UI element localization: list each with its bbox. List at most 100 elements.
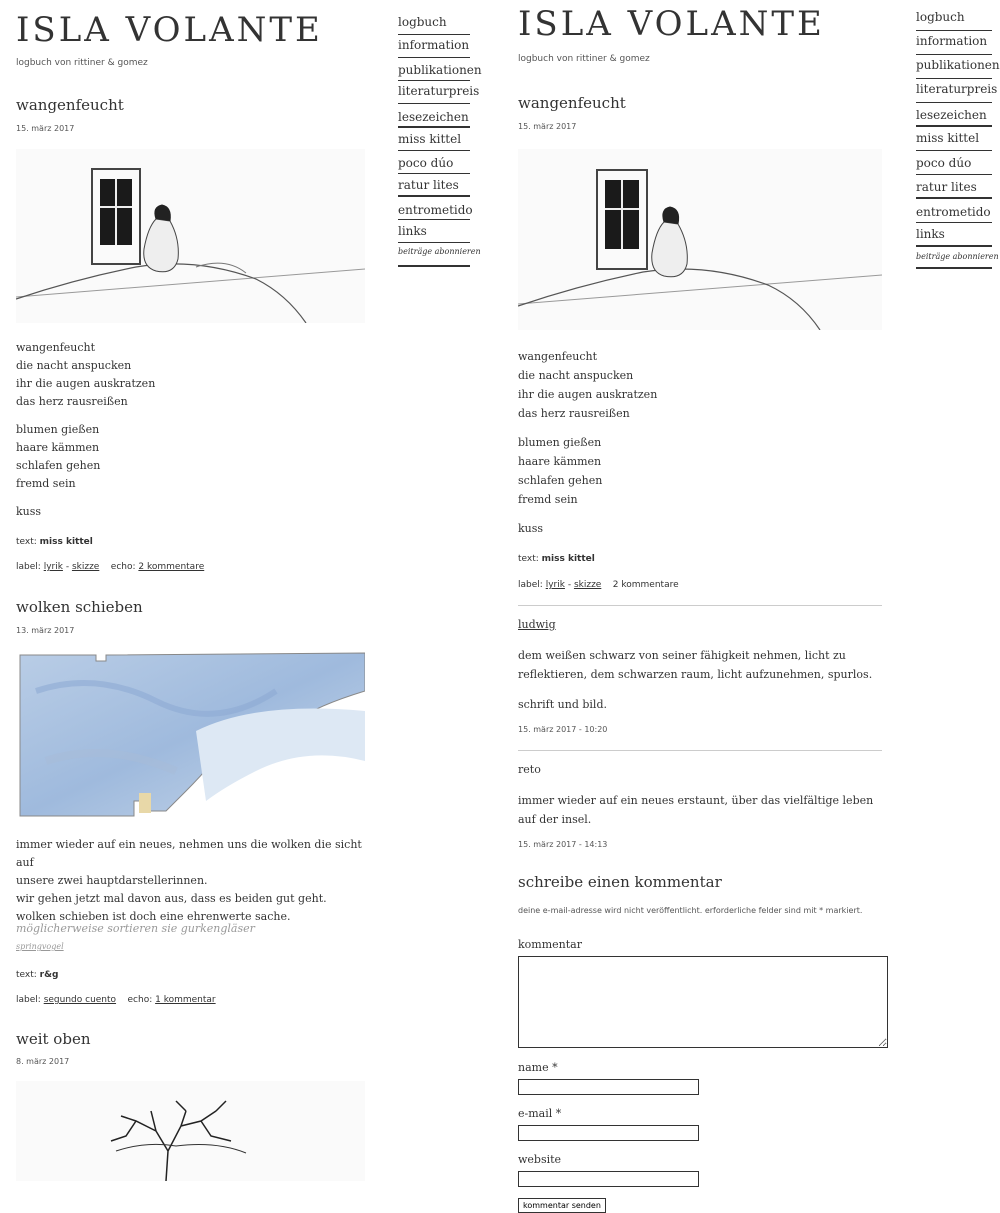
label-prefix: label: — [16, 562, 41, 572]
nav-item-poco-duo[interactable]: poco dúo — [916, 151, 992, 175]
post-date: 15. märz 2017 — [518, 122, 577, 131]
post-title-wangenfeucht: wangenfeucht — [518, 94, 626, 112]
body-line: wir gehen jetzt mal davon aus, dass es b… — [16, 892, 327, 905]
comment-text: dem weißen schwarz von seiner fähigkeit … — [518, 649, 873, 681]
comments-link[interactable]: 2 kommentare — [138, 562, 204, 572]
email-label: e-mail * — [518, 1107, 562, 1120]
text-author: r&g — [39, 970, 59, 980]
poem-line: haare kämmen — [518, 455, 602, 468]
nav-item-information[interactable]: information — [916, 31, 992, 55]
post-image-watercolor-clouds — [16, 651, 365, 821]
nav-item-ratur-lites[interactable]: ratur lites — [916, 175, 992, 199]
poem-line: haare kämmen — [16, 441, 100, 454]
poem-line: die nacht anspucken — [518, 369, 634, 382]
nav-item-literaturpreis[interactable]: literaturpreis — [398, 81, 479, 104]
comments-count: 2 kommentare — [612, 580, 679, 590]
name-input[interactable] — [518, 1079, 699, 1095]
label-link-skizze[interactable]: skizze — [574, 580, 601, 590]
site-title[interactable]: ISLA VOLANTE — [518, 4, 825, 44]
poem-line: das herz rausreißen — [16, 395, 128, 408]
post-image-window-sketch — [16, 149, 365, 323]
comment-form-note: deine e-mail-adresse wird nicht veröffen… — [518, 906, 863, 915]
comment-text: immer wieder auf ein neues erstaunt, übe… — [518, 794, 874, 826]
post-author: text: r&g — [16, 970, 58, 980]
nav-item-lesezeichen[interactable]: lesezeichen — [398, 104, 470, 128]
post-body: immer wieder auf ein neues, nehmen uns d… — [16, 836, 371, 926]
label-link-lyrik[interactable]: lyrik — [44, 562, 63, 572]
label-sep: - — [65, 562, 70, 572]
comment-divider — [518, 605, 882, 606]
post-body: wangenfeucht die nacht anspucken ihr die… — [16, 339, 366, 531]
post-author: text: miss kittel — [518, 554, 595, 564]
label-link-lyrik[interactable]: lyrik — [546, 580, 565, 590]
nav-item-information[interactable]: information — [398, 35, 470, 58]
poem-line: das herz rausreißen — [518, 407, 630, 420]
quote-source-link[interactable]: springvogel — [16, 942, 64, 951]
label-sep: - — [567, 580, 572, 590]
email-input[interactable] — [518, 1125, 699, 1141]
post-labels: label: lyrik - skizze echo: 2 kommentare — [16, 562, 204, 572]
label-link-segundo-cuento[interactable]: segundo cuento — [44, 995, 116, 1005]
nav-item-poco-duo[interactable]: poco dúo — [398, 151, 470, 174]
nav-item-literaturpreis[interactable]: literaturpreis — [916, 79, 997, 103]
post-author: text: miss kittel — [16, 537, 93, 547]
nav-item-subscribe[interactable]: beiträge abonnieren — [916, 247, 999, 263]
nav-item-publikationen[interactable]: publikationen — [916, 55, 1000, 79]
text-label: text: — [16, 537, 37, 547]
poem-line: schlafen gehen — [518, 474, 603, 487]
post-labels: label: lyrik - skizze 2 kommentare — [518, 580, 679, 590]
comment-date: 15. märz 2017 - 10:20 — [518, 725, 608, 734]
nav-item-subscribe[interactable]: beiträge abonnieren — [398, 243, 481, 259]
label-link-skizze[interactable]: skizze — [72, 562, 99, 572]
site-title[interactable]: ISLA VOLANTE — [16, 10, 323, 50]
text-label: text: — [518, 554, 539, 564]
label-prefix: label: — [16, 995, 41, 1005]
poem-line: kuss — [518, 522, 544, 535]
comment-label: kommentar — [518, 938, 582, 951]
website-input[interactable] — [518, 1171, 699, 1187]
nav-item-lesezeichen[interactable]: lesezeichen — [916, 103, 992, 127]
post-labels: label: segundo cuento echo: 1 kommentar — [16, 995, 216, 1005]
comments-link[interactable]: 1 kommentar — [155, 995, 216, 1005]
nav-item-miss-kittel[interactable]: miss kittel — [398, 128, 470, 151]
comment-textarea[interactable] — [518, 956, 888, 1048]
nav-item-miss-kittel[interactable]: miss kittel — [916, 127, 992, 151]
name-label: name * — [518, 1061, 558, 1074]
nav-item-entrometido[interactable]: entrometido — [398, 197, 473, 220]
post-title-wangenfeucht[interactable]: wangenfeucht — [16, 96, 124, 114]
post-title-weit-oben[interactable]: weit oben — [16, 1030, 90, 1048]
nav-item-publikationen[interactable]: publikationen — [398, 58, 482, 81]
post-date: 15. märz 2017 — [16, 124, 75, 133]
poem-line: wangenfeucht — [16, 341, 96, 354]
submit-comment-button[interactable]: kommentar senden — [518, 1198, 606, 1213]
post-quote: möglicherweise sortieren sie gurkengläse… — [16, 922, 255, 935]
nav-item-logbuch[interactable]: logbuch — [398, 14, 470, 35]
poem-line: schlafen gehen — [16, 459, 101, 472]
nav-item-links[interactable]: links — [916, 223, 992, 247]
nav-item-ratur-lites[interactable]: ratur lites — [398, 174, 470, 197]
comment-date: 15. märz 2017 - 14:13 — [518, 840, 608, 849]
post-image-tree-sketch — [16, 1081, 365, 1181]
post-title-wolken-schieben[interactable]: wolken schieben — [16, 598, 143, 616]
poem-line: fremd sein — [518, 493, 578, 506]
poem-line: ihr die augen auskratzen — [518, 388, 658, 401]
nav-item-entrometido[interactable]: entrometido — [916, 199, 992, 223]
left-sidebar-nav: logbuch information publikationen litera… — [398, 14, 482, 259]
nav-item-logbuch[interactable]: logbuch — [916, 8, 992, 31]
comment-author-link[interactable]: ludwig — [518, 618, 556, 631]
poem-line: die nacht anspucken — [16, 359, 132, 372]
label-prefix: label: — [518, 580, 543, 590]
text-label: text: — [16, 970, 37, 980]
comment-form-heading: schreibe einen kommentar — [518, 873, 722, 891]
post-image-window-sketch — [518, 149, 882, 330]
right-sidebar-nav: logbuch information publikationen litera… — [916, 8, 1000, 263]
website-label: website — [518, 1153, 562, 1166]
poem-line: ihr die augen auskratzen — [16, 377, 156, 390]
body-line: unsere zwei hauptdarstellerinnen. — [16, 874, 208, 887]
nav-item-links[interactable]: links — [398, 220, 470, 243]
post-date: 13. märz 2017 — [16, 626, 75, 635]
post-date: 8. märz 2017 — [16, 1057, 70, 1066]
poem-line: wangenfeucht — [518, 350, 598, 363]
poem-line: blumen gießen — [518, 436, 602, 449]
comment-author: reto — [518, 763, 541, 776]
